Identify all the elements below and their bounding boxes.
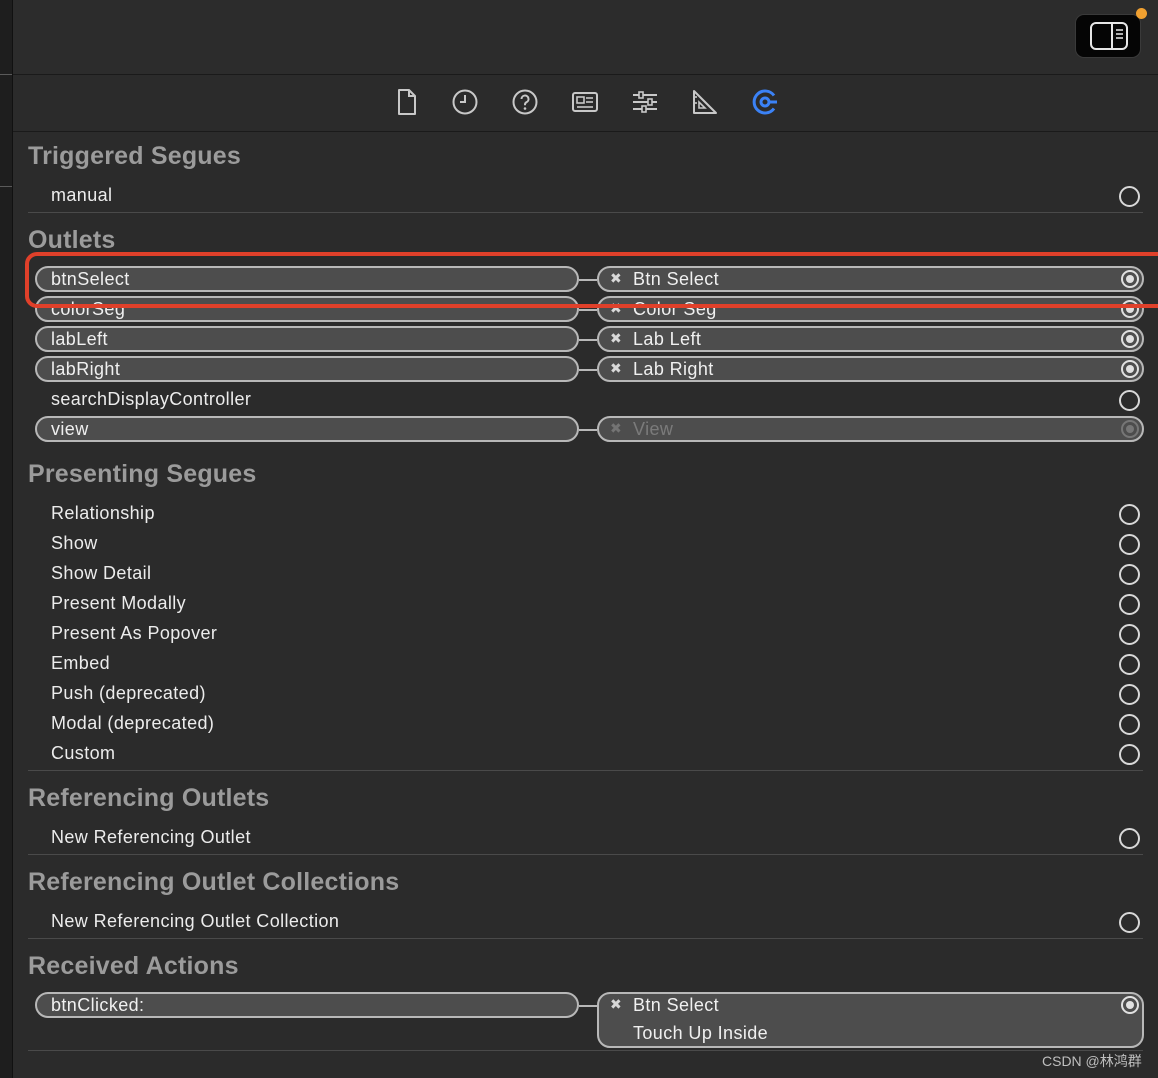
connection-line: [579, 1005, 597, 1007]
watermark: CSDN @林鸿群: [1042, 1053, 1142, 1069]
edge-divider: [0, 74, 12, 75]
connection-circle-manual[interactable]: [1119, 186, 1140, 207]
identity-inspector-icon[interactable]: [570, 87, 600, 117]
connection-line: [579, 309, 597, 311]
section-title-triggered-segues: Triggered Segues: [28, 142, 241, 170]
segue-modal-label: Modal (deprecated): [51, 713, 215, 733]
section-divider: [28, 938, 1143, 939]
file-inspector-icon[interactable]: [391, 87, 421, 117]
inspector-toolbar: [13, 75, 1158, 132]
outlet-name: view: [51, 419, 89, 439]
section-title-received-actions: Received Actions: [28, 952, 239, 980]
remove-connection-icon: ✖: [610, 420, 622, 436]
section-title-referencing-outlets: Referencing Outlets: [28, 784, 270, 812]
connection-circle-custom[interactable]: [1119, 744, 1140, 765]
left-edge-panel: [0, 0, 13, 1078]
action-name: btnClicked:: [51, 995, 145, 1015]
connection-line: [579, 429, 597, 431]
action-event-name: Touch Up Inside: [633, 1023, 769, 1043]
section-divider: [28, 770, 1143, 771]
section-divider: [28, 854, 1143, 855]
connection-circle-show-detail[interactable]: [1119, 564, 1140, 585]
connection-line: [579, 369, 597, 371]
connected-circle-icon[interactable]: [1121, 996, 1139, 1014]
action-btnclicked[interactable]: btnClicked:: [35, 992, 579, 1018]
edge-divider: [0, 186, 12, 187]
connection-circle-embed[interactable]: [1119, 654, 1140, 675]
segue-manual-label: manual: [51, 185, 113, 205]
new-referencing-outlet-collection-label: New Referencing Outlet Collection: [51, 911, 340, 931]
segue-present-modally-label: Present Modally: [51, 593, 187, 613]
segue-show-detail-label: Show Detail: [51, 563, 152, 583]
outlet-target-lab-left: ✖ Lab Left: [597, 326, 1144, 352]
section-divider: [28, 212, 1143, 213]
toggle-inspector-button[interactable]: [1075, 14, 1141, 58]
outlet-target-view: ✖ View: [597, 416, 1144, 442]
remove-connection-icon[interactable]: ✖: [610, 360, 622, 377]
connection-circle-new-referencing-outlet-collection[interactable]: [1119, 912, 1140, 933]
segue-custom-label: Custom: [51, 743, 116, 763]
connection-circle-modal[interactable]: [1119, 714, 1140, 735]
notification-dot: [1136, 8, 1147, 19]
outlet-view[interactable]: view: [35, 416, 579, 442]
connection-circle-new-referencing-outlet[interactable]: [1119, 828, 1140, 849]
connected-circle-icon[interactable]: [1121, 330, 1139, 348]
segue-present-as-popover-label: Present As Popover: [51, 623, 218, 643]
segue-relationship-label: Relationship: [51, 503, 155, 523]
connection-circle-push[interactable]: [1119, 684, 1140, 705]
sidebar-right-icon: [1090, 22, 1128, 50]
action-target-name: Btn Select: [633, 995, 720, 1015]
action-target-btn-select: ✖ Btn Select Touch Up Inside: [597, 992, 1144, 1048]
segue-show-label: Show: [51, 533, 98, 553]
outlet-target-name: Lab Right: [633, 359, 714, 379]
outlet-searchdisplaycontroller: searchDisplayController: [51, 389, 252, 409]
connection-circle-show[interactable]: [1119, 534, 1140, 555]
connection-circle-present-as-popover[interactable]: [1119, 624, 1140, 645]
connection-line: [579, 339, 597, 341]
new-referencing-outlet-label: New Referencing Outlet: [51, 827, 251, 847]
connections-inspector-icon[interactable]: [750, 87, 780, 117]
inspector-header: [13, 0, 1158, 75]
outlet-labright[interactable]: labRight: [35, 356, 579, 382]
outlet-target-name: Lab Left: [633, 329, 702, 349]
quick-help-icon[interactable]: [510, 87, 540, 117]
size-inspector-icon[interactable]: [690, 87, 720, 117]
highlight-annotation: [25, 252, 1158, 308]
remove-connection-icon[interactable]: ✖: [610, 996, 622, 1013]
history-inspector-icon[interactable]: [450, 87, 480, 117]
outlet-name: labRight: [51, 359, 121, 379]
remove-connection-icon[interactable]: ✖: [610, 330, 622, 347]
connected-circle-icon: [1121, 420, 1139, 438]
connection-circle-present-modally[interactable]: [1119, 594, 1140, 615]
segue-embed-label: Embed: [51, 653, 111, 673]
outlet-lableft[interactable]: labLeft: [35, 326, 579, 352]
connection-circle-relationship[interactable]: [1119, 504, 1140, 525]
connected-circle-icon[interactable]: [1121, 360, 1139, 378]
outlet-target-lab-right: ✖ Lab Right: [597, 356, 1144, 382]
outlet-target-name: View: [633, 419, 674, 439]
outlet-name: labLeft: [51, 329, 108, 349]
section-title-presenting-segues: Presenting Segues: [28, 460, 257, 488]
segue-push-label: Push (deprecated): [51, 683, 206, 703]
attributes-inspector-icon[interactable]: [630, 87, 660, 117]
section-divider: [28, 1050, 1143, 1051]
connection-circle-searchdisplaycontroller[interactable]: [1119, 390, 1140, 411]
section-title-referencing-outlet-collections: Referencing Outlet Collections: [28, 868, 400, 896]
section-title-outlets: Outlets: [28, 226, 116, 254]
